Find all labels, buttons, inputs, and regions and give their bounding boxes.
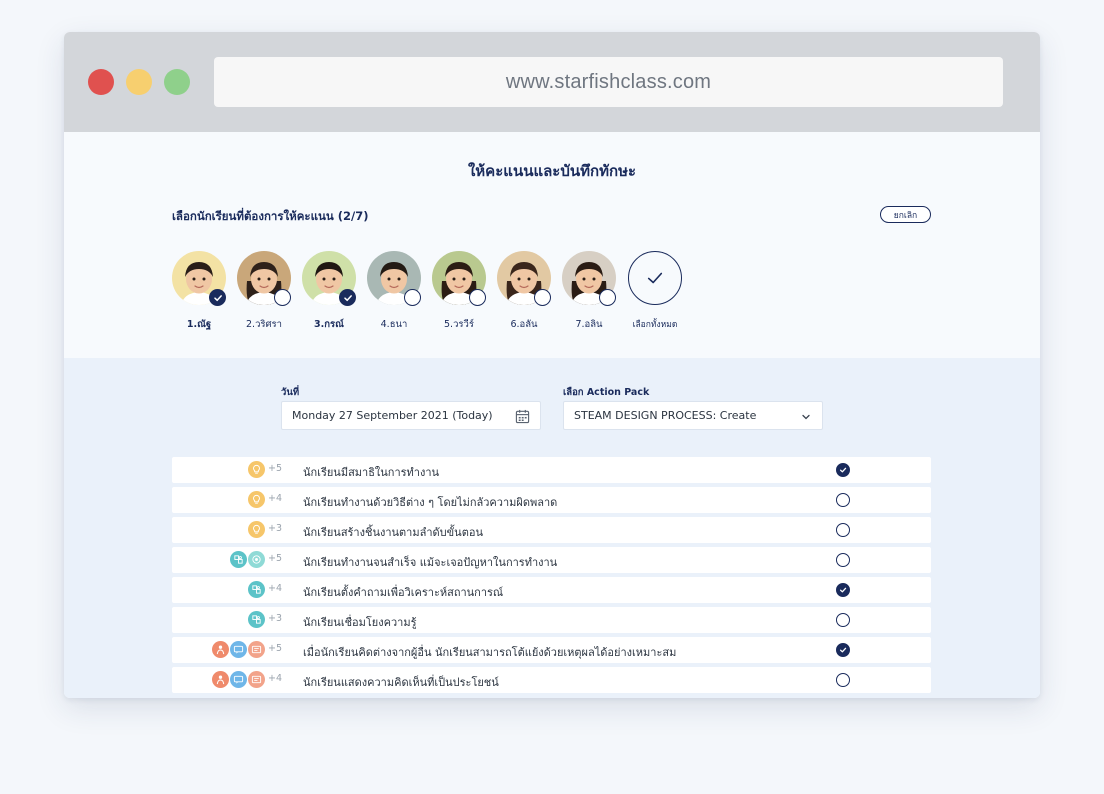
skill-row[interactable]: +3 นักเรียนสร้างชิ้นงานตามลำดับขั้นตอน bbox=[172, 517, 931, 543]
skill-row[interactable]: +5 นักเรียนทำงานจนสำเร็จ แม้จะเจอปัญหาในก… bbox=[172, 547, 931, 573]
message-icon bbox=[248, 641, 265, 658]
student-name: 6.อลัน bbox=[510, 319, 538, 330]
puzzle-icon bbox=[248, 581, 265, 598]
student-item[interactable]: 4.ธนา bbox=[364, 251, 424, 341]
skill-checkbox[interactable] bbox=[836, 463, 850, 477]
student-name: 5.วรวีร์ bbox=[444, 319, 474, 330]
maximize-window-dot[interactable] bbox=[164, 69, 190, 95]
skill-points: +3 bbox=[268, 613, 283, 624]
action-pack-value: STEAM DESIGN PROCESS: Create bbox=[574, 409, 757, 422]
student-select-checkbox[interactable] bbox=[534, 289, 551, 306]
lightbulb-icon bbox=[248, 461, 265, 478]
check-icon bbox=[647, 272, 663, 284]
student-name: 3.กรณ์ bbox=[314, 319, 344, 330]
skill-checkbox[interactable] bbox=[836, 493, 850, 507]
skill-checkbox[interactable] bbox=[836, 643, 850, 657]
student-item[interactable]: 6.อลัน bbox=[494, 251, 554, 341]
student-item[interactable]: 5.วรวีร์ bbox=[429, 251, 489, 341]
date-label: วันที่ bbox=[281, 387, 300, 398]
student-select-checkbox[interactable] bbox=[339, 289, 356, 306]
person-icon bbox=[212, 641, 229, 658]
lightbulb-icon bbox=[248, 521, 265, 538]
select-all-label: เลือกทั้งหมด bbox=[632, 320, 678, 330]
student-select-checkbox[interactable] bbox=[209, 289, 226, 306]
student-name: 7.อลิน bbox=[575, 319, 603, 330]
skill-points: +4 bbox=[268, 583, 283, 594]
minimize-window-dot[interactable] bbox=[126, 69, 152, 95]
cancel-button[interactable]: ยกเลิก bbox=[880, 206, 931, 223]
skill-row[interactable]: +4 นักเรียนแสดงความคิดเห็นที่เป็นประโยชน์ bbox=[172, 667, 931, 693]
skill-checkbox[interactable] bbox=[836, 583, 850, 597]
message-icon bbox=[248, 671, 265, 688]
skill-checkbox[interactable] bbox=[836, 673, 850, 687]
skill-description: นักเรียนตั้งคำถามเพื่อวิเคราะห์สถานการณ์ bbox=[303, 586, 504, 599]
student-item[interactable]: 1.ณัฐ bbox=[169, 251, 229, 341]
skill-scoring-panel: วันที่ Monday 27 September 2021 (Today) … bbox=[64, 358, 1040, 698]
skill-description: นักเรียนแสดงความคิดเห็นที่เป็นประโยชน์ bbox=[303, 676, 499, 689]
student-select-checkbox[interactable] bbox=[404, 289, 421, 306]
student-select-checkbox[interactable] bbox=[469, 289, 486, 306]
skill-points: +4 bbox=[268, 673, 283, 684]
skill-row[interactable]: +5 เมื่อนักเรียนคิดต่างจากผู้อื่น นักเรีย… bbox=[172, 637, 931, 663]
close-window-dot[interactable] bbox=[88, 69, 114, 95]
student-name: 4.ธนา bbox=[380, 319, 408, 330]
skill-points: +5 bbox=[268, 463, 283, 474]
skill-description: นักเรียนทำงานจนสำเร็จ แม้จะเจอปัญหาในการ… bbox=[303, 556, 558, 569]
lightbulb-icon bbox=[248, 491, 265, 508]
page-title: ให้คะแนนและบันทึกทักษะ bbox=[467, 162, 637, 180]
select-students-label: เลือกนักเรียนที่ต้องการให้คะแนน (2/7) bbox=[172, 209, 369, 223]
student-selection-panel: ให้คะแนนและบันทึกทักษะ เลือกนักเรียนที่ต… bbox=[64, 132, 1040, 358]
skill-row[interactable]: +3 นักเรียนเชื่อมโยงความรู้ bbox=[172, 607, 931, 633]
puzzle-icon bbox=[230, 551, 247, 568]
skill-description: เมื่อนักเรียนคิดต่างจากผู้อื่น นักเรียนส… bbox=[303, 646, 677, 659]
student-item[interactable]: 7.อลิน bbox=[559, 251, 619, 341]
skill-checkbox[interactable] bbox=[836, 553, 850, 567]
browser-chrome: www.starfishclass.com bbox=[64, 32, 1040, 132]
skill-points: +4 bbox=[268, 493, 283, 504]
date-value: Monday 27 September 2021 (Today) bbox=[292, 409, 493, 422]
person-icon bbox=[212, 671, 229, 688]
skill-description: นักเรียนทำงานด้วยวิธีต่าง ๆ โดยไม่กลัวคว… bbox=[303, 496, 558, 509]
student-select-checkbox[interactable] bbox=[274, 289, 291, 306]
student-name: 1.ณัฐ bbox=[186, 319, 212, 330]
chevron-down-icon bbox=[802, 414, 810, 420]
skill-row[interactable]: +4 นักเรียนตั้งคำถามเพื่อวิเคราะห์สถานการ… bbox=[172, 577, 931, 603]
skill-checkbox[interactable] bbox=[836, 613, 850, 627]
puzzle-icon bbox=[248, 611, 265, 628]
date-picker[interactable]: Monday 27 September 2021 (Today) bbox=[281, 401, 541, 430]
target-icon bbox=[248, 551, 265, 568]
student-name: 2.วริศรา bbox=[246, 319, 282, 330]
select-all-button[interactable]: เลือกทั้งหมด bbox=[625, 251, 685, 341]
browser-window: www.starfishclass.com ให้คะแนนและบันทึกท… bbox=[64, 32, 1040, 698]
skill-row[interactable]: +5 นักเรียนมีสมาธิในการทำงาน bbox=[172, 457, 931, 483]
skill-checkbox[interactable] bbox=[836, 523, 850, 537]
skill-points: +5 bbox=[268, 643, 283, 654]
skill-description: นักเรียนมีสมาธิในการทำงาน bbox=[303, 466, 440, 479]
address-bar[interactable]: www.starfishclass.com bbox=[214, 57, 1003, 107]
action-pack-label: เลือก Action Pack bbox=[563, 387, 650, 398]
skill-row[interactable]: +4 นักเรียนทำงานด้วยวิธีต่าง ๆ โดยไม่กลัว… bbox=[172, 487, 931, 513]
skill-description: นักเรียนเชื่อมโยงความรู้ bbox=[303, 616, 417, 629]
action-pack-select[interactable]: STEAM DESIGN PROCESS: Create bbox=[563, 401, 823, 430]
select-all-circle[interactable] bbox=[628, 251, 682, 305]
student-item[interactable]: 2.วริศรา bbox=[234, 251, 294, 341]
student-select-checkbox[interactable] bbox=[599, 289, 616, 306]
chat-icon bbox=[230, 641, 247, 658]
skill-description: นักเรียนสร้างชิ้นงานตามลำดับขั้นตอน bbox=[303, 526, 483, 539]
student-item[interactable]: 3.กรณ์ bbox=[299, 251, 359, 341]
calendar-icon[interactable] bbox=[515, 409, 530, 424]
chat-icon bbox=[230, 671, 247, 688]
skill-points: +3 bbox=[268, 523, 283, 534]
skill-points: +5 bbox=[268, 553, 283, 564]
